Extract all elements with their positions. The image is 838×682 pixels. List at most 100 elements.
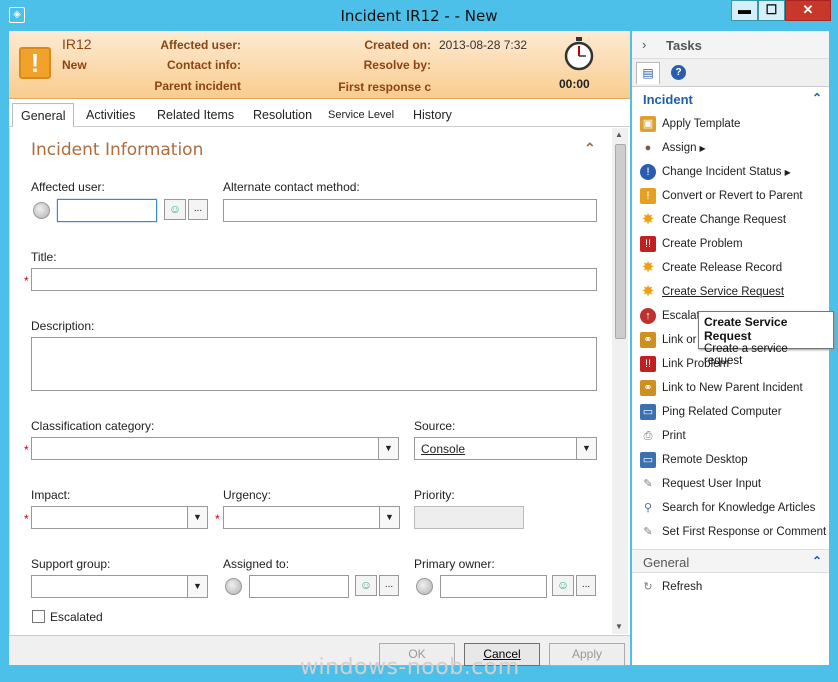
info-icon: ! [640,164,656,180]
description-textarea[interactable] [31,337,597,391]
stopwatch-icon [564,37,594,71]
task-search-knowledge[interactable]: ⚲ Search for Knowledge Articles [640,497,815,519]
convert-icon: ! [640,188,656,204]
task-ping-computer[interactable]: ▭ Ping Related Computer [640,401,782,423]
tab-service-level[interactable]: Service Level [320,103,402,127]
classification-dropdown[interactable]: ▼ [31,437,399,460]
task-convert-parent[interactable]: ! Convert or Revert to Parent [640,185,803,207]
link-icon: ⚭ [640,332,656,348]
required-marker: * [24,443,29,457]
chevron-down-icon: ▼ [187,576,207,597]
submenu-arrow-icon: ▶ [699,144,706,154]
tooltip-body: Create a service request [704,343,788,367]
task-assign[interactable]: ● Assign ▶ [640,137,706,159]
remote-icon: ▭ [640,452,656,468]
support-group-label: Support group: [31,557,111,571]
primary-owner-input[interactable] [440,575,547,598]
assigned-to-input[interactable] [249,575,349,598]
task-create-change[interactable]: ✸ Create Change Request [640,209,786,231]
tab-general[interactable]: General [12,103,75,127]
select-user-icon[interactable]: ☺ [164,199,186,220]
collapse-section-icon[interactable]: ⌃ [584,140,596,157]
window-title: Incident IR12 - - New [340,7,498,25]
required-marker: * [24,274,29,288]
required-marker: * [24,512,29,526]
task-link-parent[interactable]: ⚭ Link to New Parent Incident [640,377,803,399]
star-icon: ✸ [641,259,655,276]
incident-id: IR12 [62,36,92,52]
tab-resolution[interactable]: Resolution [245,103,320,127]
warning-icon: ! [19,47,51,79]
primary-owner-label: Primary owner: [414,557,495,571]
task-create-problem[interactable]: !! Create Problem [640,233,743,255]
task-create-release[interactable]: ✸ Create Release Record [640,257,782,279]
classification-label: Classification category: [31,419,155,433]
tab-related-items[interactable]: Related Items [149,103,242,127]
affected-user-input[interactable] [57,199,157,222]
minimize-button[interactable]: ▬ [731,0,758,21]
task-link-or[interactable]: ⚭ Link or [640,329,697,351]
task-apply-template[interactable]: ▣ Apply Template [640,113,740,135]
chevron-right-icon[interactable]: › [642,37,646,52]
required-marker: * [215,512,220,526]
computer-icon: ▭ [640,404,656,420]
problem-icon: !! [640,356,656,372]
scroll-down-icon[interactable]: ▼ [615,622,623,631]
escalated-label: Escalated [50,610,103,624]
task-create-service-request[interactable]: ✸ Create Service Request [640,281,784,303]
assigned-to-label: Assigned to: [223,557,290,571]
help-icon[interactable]: ? [671,65,686,80]
tooltip: Create Service Request Create a service … [698,311,834,367]
task-change-status[interactable]: ! Change Incident Status ▶ [640,161,791,183]
alternate-contact-input[interactable] [223,199,597,222]
apply-button[interactable]: Apply [549,643,625,666]
chevron-down-icon: ▼ [576,438,596,459]
assigned-to-browse-button[interactable]: ... [379,575,399,596]
parent-incident-label: Parent incident [154,79,241,93]
select-user-icon[interactable]: ☺ [552,575,574,596]
tab-history[interactable]: History [405,103,460,127]
print-icon: ⎙ [643,430,653,442]
task-refresh[interactable]: ↻ Refresh [640,576,702,598]
incident-header: ! IR12 New Affected user: Contact info: … [9,31,630,99]
form-tabs: General Activities Related Items Resolut… [9,99,630,127]
impact-dropdown[interactable]: ▼ [31,506,208,529]
escalate-icon: ↑ [640,308,656,324]
chevron-down-icon: ▼ [187,507,207,528]
incident-status: New [62,58,87,72]
collapse-general-icon[interactable]: ⌃ [812,554,822,568]
general-form: Incident Information ⌃ Affected user: ☺ … [9,128,621,634]
priority-label: Priority: [414,488,455,502]
comment-icon: ✎ [643,526,653,538]
affected-user-label: Affected user: [160,38,241,52]
tab-activities[interactable]: Activities [78,103,143,127]
scrollbar-thumb[interactable] [615,144,626,339]
user-icon: ● [644,142,652,154]
collapse-incident-icon[interactable]: ⌃ [812,91,822,105]
source-dropdown[interactable]: Console ▼ [414,437,597,460]
primary-owner-browse-button[interactable]: ... [576,575,596,596]
task-print[interactable]: ⎙ Print [640,425,686,447]
assigned-status-icon [225,578,242,595]
refresh-icon: ↻ [643,581,653,593]
task-request-input[interactable]: ✎ Request User Input [640,473,761,495]
select-user-icon[interactable]: ☺ [355,575,377,596]
support-group-dropdown[interactable]: ▼ [31,575,208,598]
tasks-clipboard-icon[interactable]: ▤ [636,62,660,84]
urgency-dropdown[interactable]: ▼ [223,506,400,529]
form-scrollbar[interactable]: ▲ ▼ [612,128,628,634]
escalated-checkbox[interactable] [32,610,45,623]
title-input[interactable] [31,268,597,291]
task-escalate[interactable]: ↑ Escalate [640,305,706,327]
affected-user-browse-button[interactable]: ... [188,199,208,220]
close-button[interactable]: ✕ [785,0,831,21]
description-label: Description: [31,319,95,333]
title-label: Title: [31,250,57,264]
problem-icon: !! [640,236,656,252]
scroll-up-icon[interactable]: ▲ [615,130,623,139]
task-remote-desktop[interactable]: ▭ Remote Desktop [640,449,748,471]
task-first-response[interactable]: ✎ Set First Response or Comment [640,521,826,543]
maximize-button[interactable]: ☐ [758,0,785,21]
window-titlebar: ◈ Incident IR12 - - New ▬ ☐ ✕ [0,0,838,31]
tasks-tabs: ▤ ? [632,59,829,87]
